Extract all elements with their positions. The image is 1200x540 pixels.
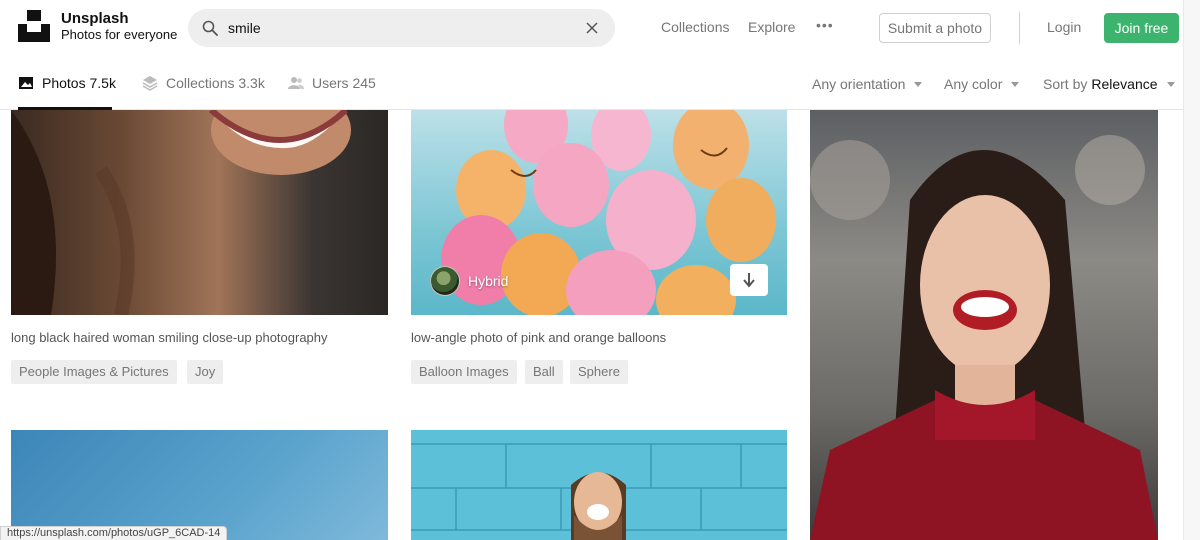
top-header: Unsplash Photos for everyone Collections… — [0, 0, 1200, 56]
unsplash-logo-icon[interactable] — [18, 10, 50, 42]
photo-caption: long black haired woman smiling close-up… — [11, 330, 328, 345]
nav-explore-link[interactable]: Explore — [748, 19, 795, 35]
search-filter-bar: Photos 7.5k Collections 3.3k Users 245 A… — [0, 56, 1183, 110]
tag-balloon-images[interactable]: Balloon Images — [411, 360, 517, 384]
photo-card-woman-smile[interactable] — [11, 110, 388, 315]
image-icon — [19, 77, 33, 89]
man-laughing-image — [411, 443, 787, 540]
sort-value: Relevance — [1091, 76, 1158, 92]
sort-prefix: Sort by — [1043, 76, 1088, 92]
tab-users-label: Users 245 — [312, 75, 376, 91]
search-icon[interactable] — [202, 20, 218, 36]
orientation-filter[interactable]: Any orientation — [812, 76, 923, 92]
search-bar[interactable] — [188, 9, 615, 47]
users-icon — [288, 77, 304, 89]
tag-ball[interactable]: Ball — [525, 360, 563, 384]
download-button[interactable] — [730, 264, 768, 296]
chevron-down-icon — [1011, 81, 1020, 87]
color-filter-label: Any color — [944, 76, 1003, 92]
brand[interactable]: Unsplash Photos for everyone — [61, 10, 177, 43]
more-menu-icon[interactable]: ••• — [816, 17, 834, 33]
avatar — [430, 266, 460, 296]
header-divider — [1019, 12, 1020, 44]
brand-name: Unsplash — [61, 10, 129, 27]
woman-red-top-image — [810, 135, 1158, 540]
photo-card-balloons[interactable]: Hybrid — [411, 110, 787, 315]
submit-photo-button[interactable]: Submit a photo — [879, 13, 991, 43]
photo-caption: low-angle photo of pink and orange ballo… — [411, 330, 667, 345]
nav-collections-link[interactable]: Collections — [661, 19, 729, 35]
tab-photos[interactable]: Photos 7.5k — [18, 56, 116, 110]
layers-icon — [142, 76, 158, 91]
tab-photos-label: Photos 7.5k — [42, 75, 116, 91]
color-filter[interactable]: Any color — [944, 76, 1020, 92]
status-bar-url: https://unsplash.com/photos/uGP_6CAD-14 — [0, 526, 228, 540]
tab-collections[interactable]: Collections 3.3k — [142, 56, 265, 110]
tag-people-images[interactable]: People Images & Pictures — [11, 360, 177, 384]
chevron-down-icon — [914, 81, 923, 87]
photo-card-man-laughing[interactable] — [411, 430, 787, 540]
clear-search-icon[interactable] — [586, 22, 598, 34]
tab-users[interactable]: Users 245 — [288, 56, 376, 110]
photo-author[interactable]: Hybrid — [430, 266, 508, 296]
scrollbar[interactable] — [1183, 0, 1200, 540]
orientation-filter-label: Any orientation — [812, 76, 906, 92]
brand-tagline: Photos for everyone — [61, 27, 178, 42]
photo-card-blue[interactable] — [11, 430, 388, 540]
search-input[interactable] — [228, 18, 558, 38]
tag-sphere[interactable]: Sphere — [570, 360, 628, 384]
woman-smile-image — [11, 110, 351, 315]
photo-card-woman-red-top[interactable] — [810, 110, 1158, 540]
login-link[interactable]: Login — [1047, 19, 1081, 35]
tab-collections-label: Collections 3.3k — [166, 75, 265, 91]
download-arrow-icon — [743, 273, 755, 288]
sort-filter[interactable]: Sort by Relevance — [1043, 76, 1175, 92]
chevron-down-icon — [1166, 81, 1175, 87]
author-name: Hybrid — [468, 273, 509, 289]
tag-joy[interactable]: Joy — [187, 360, 224, 384]
join-free-button[interactable]: Join free — [1104, 13, 1179, 43]
